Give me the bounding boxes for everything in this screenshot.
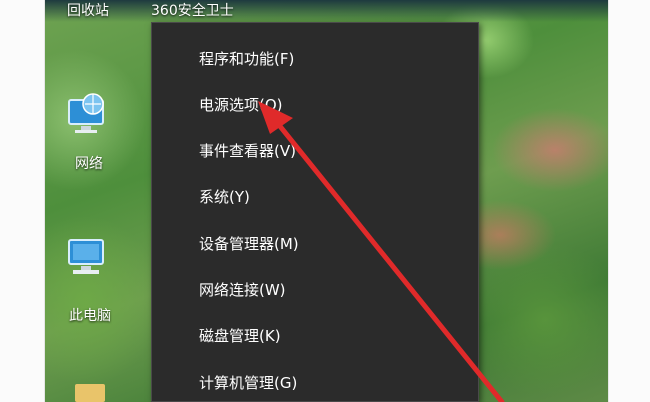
red-arrow-annotation xyxy=(258,101,505,402)
